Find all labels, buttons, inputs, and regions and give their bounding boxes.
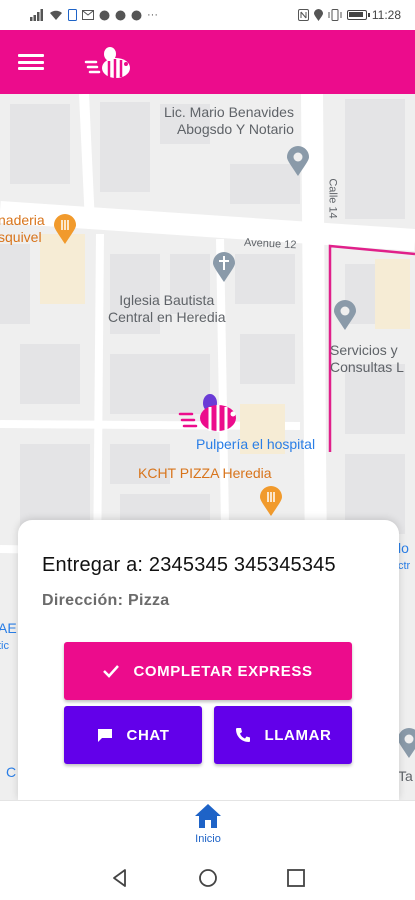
call-button[interactable]: LLAMAR: [214, 706, 352, 764]
notification-icon: [131, 10, 142, 20]
poi-label-edge-tic: tic: [0, 640, 9, 652]
wifi-icon: [50, 10, 62, 20]
sim-icon: [68, 9, 77, 21]
poi-label-edge-ctr: ctr: [398, 560, 411, 572]
hamburger-menu-icon[interactable]: [18, 51, 44, 73]
poi-label-law-office: Lic. Mario Benavides Abogsdo Y Notario: [164, 104, 294, 137]
location-icon: [313, 9, 323, 21]
chat-button[interactable]: CHAT: [64, 706, 202, 764]
poi-label-edge-ta: Ta: [398, 768, 413, 784]
call-label: LLAMAR: [264, 726, 332, 744]
facebook-icon: [99, 10, 110, 20]
messenger-icon: [115, 10, 126, 20]
street-label-avenue-12: Avenue 12: [243, 236, 297, 252]
more-notifications-icon: ···: [147, 8, 158, 21]
chat-icon: [97, 729, 112, 742]
poi-label-church: Iglesia Bautista Central en Heredia: [108, 292, 226, 325]
signal-icon: [30, 9, 43, 21]
poi-label-services: Servicios y Consultas L: [330, 342, 404, 375]
status-icons-right: 11:28: [297, 8, 401, 22]
back-icon[interactable]: [108, 866, 132, 890]
street-label-calle-14: Calle 14: [326, 178, 339, 219]
bottom-navigation: Inicio: [0, 800, 415, 856]
services-pin-icon[interactable]: [334, 300, 356, 330]
status-bar: ··· 11:28: [0, 0, 415, 30]
clock: 11:28: [371, 8, 401, 22]
poi-label-edge-ae: AE: [0, 620, 17, 636]
nfc-icon: [297, 9, 309, 21]
recents-square-icon[interactable]: [284, 866, 308, 890]
church-pin-icon[interactable]: [213, 252, 235, 282]
poi-label-pulperia: Pulpería el hospital: [196, 436, 316, 452]
home-circle-icon[interactable]: [196, 866, 220, 890]
restaurant-pin-icon[interactable]: [54, 214, 76, 244]
complete-express-label: COMPLETAR EXPRESS: [133, 662, 313, 680]
app-bar: [0, 30, 415, 94]
status-icons-left: ···: [30, 9, 158, 21]
delivery-address: Dirección: Pizza: [42, 592, 170, 609]
poi-label-bakery: naderia squivel: [0, 212, 45, 245]
nav-item-home[interactable]: Inicio: [178, 803, 238, 857]
gmail-icon: [82, 10, 94, 20]
place-pin-icon[interactable]: [287, 146, 309, 176]
edge-pin-icon[interactable]: [398, 728, 415, 758]
chat-label: CHAT: [126, 726, 170, 744]
nav-home-label: Inicio: [195, 833, 221, 845]
poi-label-edge-lo: lo: [398, 540, 409, 556]
complete-express-button[interactable]: COMPLETAR EXPRESS: [64, 642, 352, 700]
poi-label-pizza: KCHT PIZZA Heredia: [138, 465, 272, 481]
check-icon: [103, 665, 120, 678]
phone-icon: [235, 728, 250, 742]
poi-label-edge-c: C: [6, 764, 17, 780]
delivery-card: Entregar a: 2345345 345345345 Dirección:…: [18, 520, 399, 800]
vibrate-icon: [328, 9, 342, 21]
delivery-recipient: Entregar a: 2345345 345345345: [42, 554, 336, 576]
system-navigation-bar: [0, 856, 415, 900]
home-icon: [195, 804, 221, 828]
battery-icon: [346, 10, 370, 20]
bee-delivery-marker-icon[interactable]: [178, 392, 240, 438]
bee-logo: [84, 47, 130, 78]
pizza-pin-icon[interactable]: [260, 486, 282, 516]
